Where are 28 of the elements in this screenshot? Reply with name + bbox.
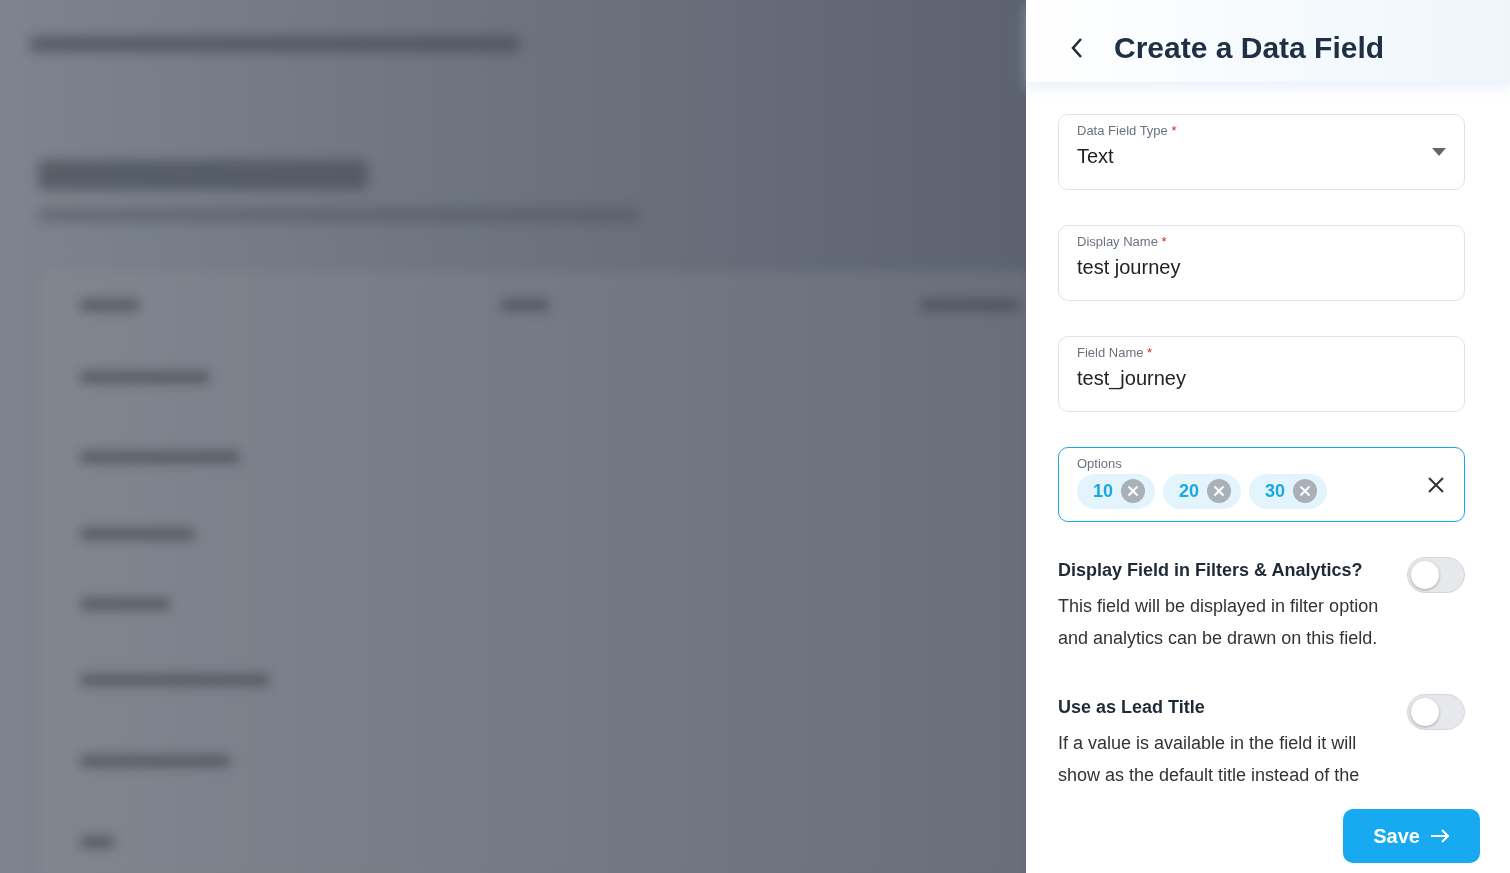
field-value: test_journey xyxy=(1077,365,1186,392)
remove-icon[interactable] xyxy=(1207,479,1232,503)
toggle-switch[interactable] xyxy=(1407,557,1465,593)
field-value: Text xyxy=(1077,143,1114,169)
option-chip: 30 xyxy=(1249,473,1328,509)
remove-icon[interactable] xyxy=(1121,479,1146,503)
field-value: test journey xyxy=(1077,254,1181,280)
field-label: Options xyxy=(1077,455,1123,473)
field-label: Field Name * xyxy=(1077,344,1154,362)
toggle-description: If a value is available in the field it will show as the default title instead of the xyxy=(1058,732,1361,787)
toggle-description: This field will be displayed in filter option and analytics can be drawn on this field. xyxy=(1058,595,1380,650)
dropdown-caret-icon[interactable] xyxy=(1432,148,1446,156)
select-field[interactable]: Data Field Type * Text xyxy=(1058,114,1465,190)
options-field[interactable]: Options 10 20 30 xyxy=(1058,447,1465,522)
field-label: Display Name * xyxy=(1077,233,1168,251)
toggle-switch[interactable] xyxy=(1407,694,1465,730)
back-icon[interactable] xyxy=(1070,37,1084,59)
input-field[interactable]: Display Name * test journey xyxy=(1058,225,1465,301)
toggle-title: Use as Lead Title xyxy=(1058,696,1206,719)
option-chip: 20 xyxy=(1163,473,1242,509)
remove-icon[interactable] xyxy=(1293,479,1318,503)
arrow-right-icon xyxy=(1430,829,1450,843)
input-field[interactable]: Field Name * test_journey xyxy=(1058,336,1465,412)
option-chip: 10 xyxy=(1077,473,1156,509)
clear-icon[interactable] xyxy=(1428,477,1444,493)
field-label: Data Field Type * xyxy=(1077,122,1178,140)
panel-title: Create a Data Field xyxy=(1114,30,1385,66)
toggle-title: Display Field in Filters & Analytics? xyxy=(1058,559,1364,582)
